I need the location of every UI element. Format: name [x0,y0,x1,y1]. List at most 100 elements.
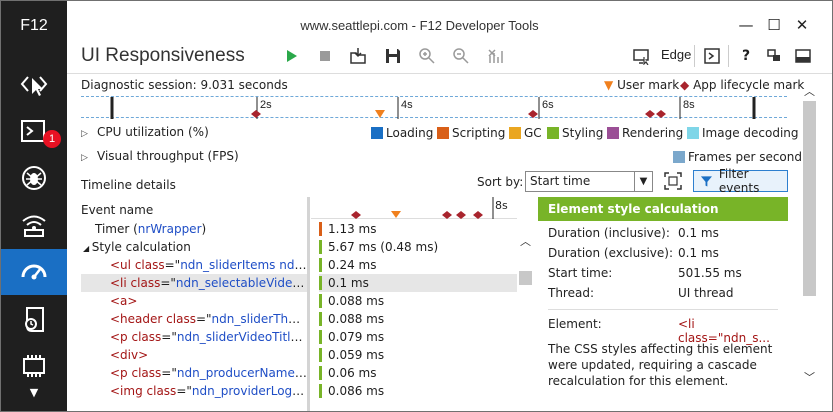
memory-tab[interactable] [1,343,67,389]
event-row-duration[interactable]: 0.086 ms [319,382,517,400]
ruler-tick-label: 4s [401,99,413,111]
scrollbar-thumb[interactable] [519,271,532,285]
expand-caret-icon[interactable]: ▷ [81,153,97,163]
tool-sidebar: F12 1 ▼ [1,1,67,411]
target-picker-button[interactable] [631,45,653,67]
element-key: Element: [548,317,602,331]
event-row-duration[interactable]: 1.13 ms [319,220,517,238]
scroll-down-icon[interactable]: ﹀ [804,369,815,385]
undock-button[interactable] [763,45,785,67]
timeline-details-label: Timeline details [81,178,176,192]
zoom-to-selection-icon [664,172,682,190]
filter-icon [700,176,712,187]
help-button[interactable]: ? [735,45,757,67]
detail-value: 0.1 ms [678,246,719,260]
target-browser-label[interactable]: Edge [661,47,691,62]
event-row-name[interactable]: <img class="ndn_providerLogo"> [81,382,307,400]
event-row-name[interactable]: Timer (nrWrapper) [81,220,307,238]
debugger-tab[interactable] [1,155,67,201]
event-row-duration[interactable]: 0.24 ms [319,256,517,274]
legend-loading: Loading [371,126,433,140]
event-description: The CSS styles affecting this element we… [548,342,773,388]
network-tab[interactable] [1,202,67,248]
start-profiling-button[interactable] [280,45,302,67]
event-ruler-tick-label: 8s [495,199,508,212]
legend-rendering: Rendering [607,126,683,140]
detail-key: Duration (inclusive): [548,226,670,240]
filter-events-button[interactable]: Filter events [693,167,788,195]
event-row-duration[interactable]: 0.079 ms [319,328,517,346]
event-row-name[interactable]: <header class="ndn_sliderThumbn... [81,310,307,328]
cpu-utilization-label: CPU utilization (%) [97,125,209,139]
export-icon [386,49,400,63]
zoom-to-selection-button[interactable] [663,171,683,191]
console-toggle-icon [704,48,720,64]
sort-by-select[interactable]: Start time ▼ [525,171,653,192]
event-timeline-ruler [311,197,517,219]
minimize-button[interactable]: — [736,15,756,35]
duration-bar [319,258,322,272]
close-button[interactable]: ✕ [792,15,812,35]
event-row-name[interactable]: <p class="ndn_producerName"> [81,364,307,382]
event-row-duration[interactable]: 0.1 ms [319,274,517,292]
duration-bar [319,294,322,308]
maximize-button[interactable]: ☐ [764,15,784,35]
column-splitter[interactable] [307,197,310,411]
scrollbar-thumb[interactable] [803,101,816,296]
expand-caret-icon[interactable]: ▷ [81,129,97,139]
dom-explorer-tab[interactable] [1,61,67,107]
dock-bottom-button[interactable] [792,45,814,67]
event-row-duration[interactable]: 0.088 ms [319,310,517,328]
event-row-name[interactable]: <p class="ndn_sliderVideoTitle"> [81,328,307,346]
legend-styling: Styling [547,126,603,140]
app-lifecycle-mark-legend: ◆ App lifecycle mark [680,78,804,92]
reset-zoom-button[interactable] [484,45,506,67]
tool-title: UI Responsiveness [81,45,245,66]
event-row-name[interactable]: <a> [81,292,307,310]
scroll-up-icon[interactable]: ︿ [804,83,815,99]
app-lifecycle-marker [251,110,261,118]
zoom-out-button[interactable] [450,45,472,67]
sidebar-more-chevron-icon[interactable]: ▼ [1,386,67,399]
detail-key: Duration (exclusive): [548,246,674,260]
event-row-name[interactable]: ◢ Style calculation [81,238,307,256]
profiler-tab[interactable] [1,296,67,342]
visual-throughput-row[interactable]: ▷ Visual throughput (FPS) [81,149,239,163]
f12-label: F12 [20,17,48,34]
timeline-ruler[interactable]: 2s 4s 6s 8s [81,96,787,119]
profiler-icon [25,307,44,332]
collapse-caret-icon[interactable]: ◢ [83,244,92,253]
ruler-tick-label: 6s [542,99,554,111]
legend-scripting: Scripting [437,126,505,140]
scroll-up-icon[interactable]: ︿ [520,233,531,249]
zoom-in-button[interactable] [416,45,438,67]
stop-profiling-button[interactable] [314,45,336,67]
visual-throughput-label: Visual throughput (FPS) [97,149,239,163]
event-row-duration[interactable]: 0.059 ms [319,346,517,364]
console-toggle-button[interactable] [701,45,723,67]
duration-bar [319,222,322,236]
event-row-name[interactable]: <ul class="ndn_sliderItems ndn_se... [81,256,307,274]
cpu-utilization-row[interactable]: ▷ CPU utilization (%) [81,125,209,139]
network-icon [22,215,46,237]
detail-value: UI thread [678,286,734,300]
legend-frames-per-second: Frames per second [673,150,802,164]
event-row-duration[interactable]: 5.67 ms (0.48 ms) [319,238,517,256]
app-lifecycle-marker [645,110,655,118]
stop-profiling-icon [320,51,330,61]
ui-responsiveness-tab[interactable] [1,249,67,295]
window-title: www.seattlepi.com - F12 Developer Tools [300,18,539,33]
import-icon [350,48,366,64]
event-row-name[interactable]: <li class="ndn_selectableVideo nd... [81,274,307,292]
event-list-scrollbar[interactable]: ︿ [517,221,534,411]
main-scrollbar[interactable]: ︿ ﹀ [801,81,817,401]
event-row-duration[interactable]: 0.06 ms [319,364,517,382]
import-button[interactable] [347,45,369,67]
detail-key: Thread: [548,286,595,300]
reset-zoom-icon [488,49,503,63]
event-row-duration[interactable]: 0.088 ms [319,292,517,310]
export-button[interactable] [382,45,404,67]
event-row-name[interactable]: <div> [81,346,307,364]
event-name-column-header[interactable]: Event name [81,203,153,217]
user-marker [375,110,385,118]
